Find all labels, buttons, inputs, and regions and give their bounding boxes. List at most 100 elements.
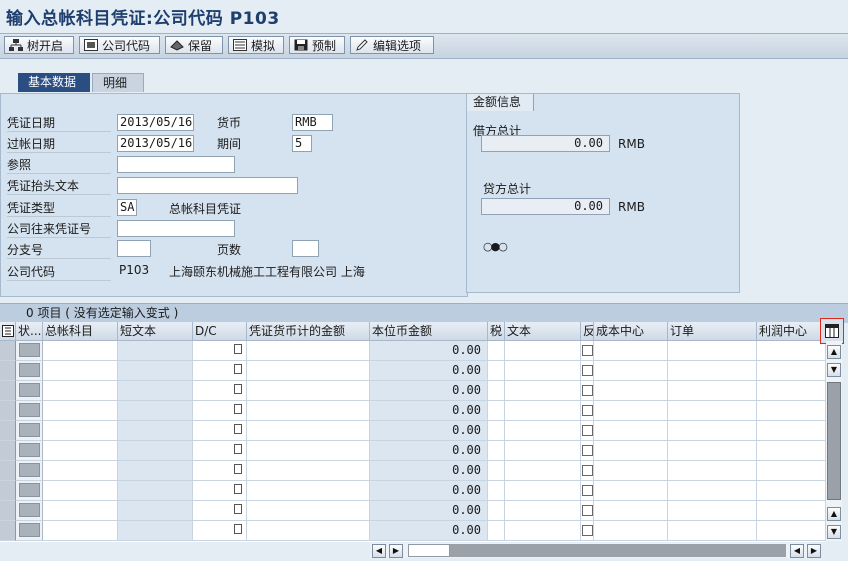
table-cell[interactable] bbox=[488, 481, 505, 501]
debit-credit-cell[interactable] bbox=[193, 441, 247, 461]
table-cell[interactable] bbox=[488, 501, 505, 521]
table-cell[interactable] bbox=[505, 341, 581, 361]
reverse-checkbox-cell[interactable] bbox=[581, 361, 594, 381]
table-cell[interactable] bbox=[668, 461, 757, 481]
scroll-up-icon[interactable]: ▲ bbox=[827, 345, 841, 359]
vertical-scrollbar[interactable]: ▲ ▼ ▲ ▼ bbox=[826, 341, 842, 541]
table-cell[interactable] bbox=[247, 361, 370, 381]
status-button[interactable] bbox=[19, 523, 40, 537]
table-cell[interactable] bbox=[43, 361, 118, 381]
row-selector[interactable] bbox=[0, 361, 16, 381]
table-cell[interactable] bbox=[594, 341, 668, 361]
table-cell[interactable] bbox=[247, 521, 370, 541]
table-cell[interactable] bbox=[488, 461, 505, 481]
intercompany-number-field[interactable] bbox=[117, 220, 235, 237]
table-cell[interactable] bbox=[43, 401, 118, 421]
table-cell[interactable] bbox=[488, 521, 505, 541]
column-header[interactable]: 文本 bbox=[505, 322, 581, 341]
column-header[interactable]: D/C bbox=[193, 322, 247, 341]
short-text-cell[interactable] bbox=[118, 421, 193, 441]
reverse-checkbox[interactable] bbox=[582, 445, 593, 456]
row-selector[interactable] bbox=[0, 421, 16, 441]
row-selector[interactable] bbox=[0, 441, 16, 461]
table-cell[interactable] bbox=[757, 341, 826, 361]
tab-detail[interactable]: 明细 bbox=[92, 73, 144, 92]
row-status-cell[interactable] bbox=[16, 361, 43, 381]
debit-credit-cell[interactable] bbox=[193, 461, 247, 481]
row-status-cell[interactable] bbox=[16, 441, 43, 461]
document-date-field[interactable]: 2013/05/16 bbox=[117, 114, 194, 131]
reverse-checkbox[interactable] bbox=[582, 465, 593, 476]
table-cell[interactable] bbox=[594, 481, 668, 501]
reverse-checkbox[interactable] bbox=[582, 345, 593, 356]
scroll-end-right-icon[interactable]: ▶ bbox=[807, 544, 821, 558]
table-cell[interactable] bbox=[488, 341, 505, 361]
row-status-cell[interactable] bbox=[16, 381, 43, 401]
posting-date-field[interactable]: 2013/05/16 bbox=[117, 135, 194, 152]
debit-credit-cell[interactable] bbox=[193, 481, 247, 501]
period-field[interactable]: 5 bbox=[292, 135, 312, 152]
table-cell[interactable] bbox=[505, 501, 581, 521]
table-cell[interactable] bbox=[505, 361, 581, 381]
company-code-button[interactable]: 公司代码 bbox=[79, 36, 160, 54]
dropdown-list-icon[interactable] bbox=[234, 444, 242, 454]
row-selector[interactable] bbox=[0, 461, 16, 481]
column-header[interactable]: 总帐科目 bbox=[43, 322, 118, 341]
status-button[interactable] bbox=[19, 343, 40, 357]
debit-credit-cell[interactable] bbox=[193, 521, 247, 541]
status-button[interactable] bbox=[19, 403, 40, 417]
status-button[interactable] bbox=[19, 363, 40, 377]
row-selector[interactable] bbox=[0, 481, 16, 501]
reverse-checkbox-cell[interactable] bbox=[581, 401, 594, 421]
reverse-checkbox-cell[interactable] bbox=[581, 421, 594, 441]
table-cell[interactable] bbox=[247, 421, 370, 441]
table-cell[interactable] bbox=[247, 481, 370, 501]
table-cell[interactable] bbox=[488, 441, 505, 461]
row-status-cell[interactable] bbox=[16, 401, 43, 421]
editing-options-button[interactable]: 编辑选项 bbox=[350, 36, 434, 54]
dropdown-list-icon[interactable] bbox=[234, 464, 242, 474]
row-status-cell[interactable] bbox=[16, 341, 43, 361]
table-cell[interactable] bbox=[43, 421, 118, 441]
column-header[interactable]: 凭证货币计的金额 bbox=[247, 322, 370, 341]
row-status-cell[interactable] bbox=[16, 481, 43, 501]
scroll-right-icon[interactable]: ▶ bbox=[389, 544, 403, 558]
row-status-cell[interactable] bbox=[16, 461, 43, 481]
table-cell[interactable] bbox=[594, 361, 668, 381]
column-header[interactable]: 状... bbox=[16, 322, 43, 341]
table-cell[interactable] bbox=[594, 381, 668, 401]
table-cell[interactable] bbox=[594, 521, 668, 541]
reverse-checkbox[interactable] bbox=[582, 485, 593, 496]
debit-credit-cell[interactable] bbox=[193, 381, 247, 401]
tree-on-button[interactable]: 树开启 bbox=[4, 36, 74, 54]
table-cell[interactable] bbox=[43, 341, 118, 361]
table-cell[interactable] bbox=[594, 501, 668, 521]
row-status-cell[interactable] bbox=[16, 501, 43, 521]
scroll-left-icon[interactable]: ◀ bbox=[372, 544, 386, 558]
table-cell[interactable] bbox=[668, 361, 757, 381]
reverse-checkbox[interactable] bbox=[582, 525, 593, 536]
scroll-page-up-icon[interactable]: ▲ bbox=[827, 507, 841, 521]
table-cell[interactable] bbox=[668, 381, 757, 401]
table-cell[interactable] bbox=[757, 521, 826, 541]
reverse-checkbox-cell[interactable] bbox=[581, 381, 594, 401]
reverse-checkbox[interactable] bbox=[582, 425, 593, 436]
debit-credit-cell[interactable] bbox=[193, 501, 247, 521]
table-cell[interactable] bbox=[757, 401, 826, 421]
reverse-checkbox-cell[interactable] bbox=[581, 521, 594, 541]
table-cell[interactable] bbox=[668, 501, 757, 521]
simulate-button[interactable]: 模拟 bbox=[228, 36, 284, 54]
dropdown-list-icon[interactable] bbox=[234, 424, 242, 434]
reverse-checkbox[interactable] bbox=[582, 365, 593, 376]
status-button[interactable] bbox=[19, 463, 40, 477]
table-cell[interactable] bbox=[668, 441, 757, 461]
table-cell[interactable] bbox=[488, 381, 505, 401]
table-cell[interactable] bbox=[43, 501, 118, 521]
table-cell[interactable] bbox=[757, 381, 826, 401]
short-text-cell[interactable] bbox=[118, 501, 193, 521]
table-cell[interactable] bbox=[594, 461, 668, 481]
pages-field[interactable] bbox=[292, 240, 319, 257]
row-status-cell[interactable] bbox=[16, 421, 43, 441]
dropdown-list-icon[interactable] bbox=[234, 404, 242, 414]
scroll-end-left-icon[interactable]: ◀ bbox=[790, 544, 804, 558]
